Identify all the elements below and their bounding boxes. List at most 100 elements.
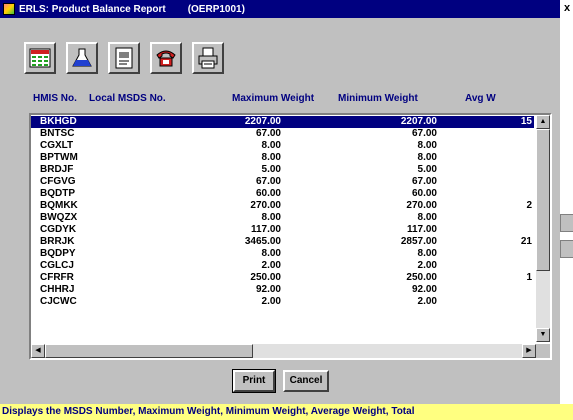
minimum-weight-cell: 60.00 — [411, 188, 437, 199]
column-maximum-weight[interactable]: Maximum Weight — [232, 93, 314, 104]
maximum-weight-cell: 67.00 — [255, 176, 281, 187]
app-icon — [3, 3, 15, 15]
hmis-number-cell: CJCWC — [40, 296, 77, 307]
minimum-weight-cell: 2857.00 — [400, 236, 437, 247]
spreadsheet-button[interactable] — [24, 42, 56, 74]
toolbar — [24, 42, 224, 82]
hmis-number-cell: CGDYK — [40, 224, 77, 235]
list-item[interactable]: BNTSC 67.00 67.00 — [31, 128, 534, 140]
minimum-weight-cell: 250.00 — [406, 272, 437, 283]
hmis-number-cell: BWQZX — [40, 212, 78, 223]
cancel-button[interactable]: Cancel — [283, 370, 329, 392]
hmis-number-cell: BRDJF — [40, 164, 74, 175]
maximum-weight-cell: 92.00 — [255, 284, 281, 295]
hmis-number-cell: CHHRJ — [40, 284, 75, 295]
list-item[interactable]: CHHRJ 92.00 92.00 — [31, 284, 534, 296]
side-stub-lower — [560, 240, 573, 258]
maximum-weight-cell: 3465.00 — [244, 236, 281, 247]
hmis-number-cell: BRRJK — [40, 236, 75, 247]
maximum-weight-cell: 2207.00 — [244, 116, 281, 127]
hmis-number-cell: BPTWM — [40, 152, 78, 163]
minimum-weight-cell: 92.00 — [411, 284, 437, 295]
maximum-weight-cell: 270.00 — [250, 200, 281, 211]
list-item[interactable]: BKHGD 2207.00 2207.00 15 — [31, 116, 534, 128]
minimum-weight-cell: 67.00 — [411, 128, 437, 139]
hmis-number-cell: CFRFR — [40, 272, 74, 283]
minimum-weight-cell: 5.00 — [417, 164, 437, 175]
list-item[interactable]: CGDYK 117.00 117.00 — [31, 224, 534, 236]
flask-icon — [72, 48, 92, 67]
avg-weight-cell: 2 — [526, 200, 532, 211]
spreadsheet-icon — [29, 48, 51, 68]
close-icon[interactable]: x — [562, 2, 572, 14]
list-item[interactable]: CJCWC 2.00 2.00 — [31, 296, 534, 308]
maximum-weight-cell: 117.00 — [250, 224, 281, 235]
vertical-scrollbar[interactable]: ▲ ▼ — [536, 115, 550, 342]
column-avg-weight[interactable]: Avg W — [465, 93, 496, 104]
list-item[interactable]: BQDTP 60.00 60.00 — [31, 188, 534, 200]
column-hmis-no[interactable]: HMIS No. — [33, 93, 77, 104]
scrollbar-corner — [536, 344, 550, 358]
minimum-weight-cell: 117.00 — [406, 224, 437, 235]
printer-button[interactable] — [192, 42, 224, 74]
column-headers: HMIS No. Local MSDS No. Maximum Weight M… — [0, 93, 560, 107]
document-icon — [115, 47, 133, 69]
maximum-weight-cell: 60.00 — [255, 188, 281, 199]
hmis-number-cell: BQDPY — [40, 248, 76, 259]
print-button[interactable]: Print — [232, 369, 276, 393]
status-bar: Displays the MSDS Number, Maximum Weight… — [0, 404, 573, 420]
minimum-weight-cell: 8.00 — [417, 212, 437, 223]
horizontal-scroll-thumb[interactable] — [45, 344, 253, 358]
window-code: (OERP1001) — [187, 3, 245, 15]
telephone-icon — [156, 50, 176, 67]
flask-button[interactable] — [66, 42, 98, 74]
window-title: ERLS: Product Balance Report — [19, 3, 166, 15]
hmis-number-cell: CGXLT — [40, 140, 74, 151]
list-item[interactable]: CFGVG 67.00 67.00 — [31, 176, 534, 188]
document-button[interactable] — [108, 42, 140, 74]
minimum-weight-cell: 270.00 — [406, 200, 437, 211]
telephone-button[interactable] — [150, 42, 182, 74]
hmis-number-cell: BQDTP — [40, 188, 75, 199]
list-item[interactable]: BQMKK 270.00 270.00 2 — [31, 200, 534, 212]
scroll-up-button[interactable]: ▲ — [536, 115, 550, 129]
maximum-weight-cell: 2.00 — [261, 260, 281, 271]
maximum-weight-cell: 67.00 — [255, 128, 281, 139]
minimum-weight-cell: 67.00 — [411, 176, 437, 187]
hmis-number-cell: BNTSC — [40, 128, 75, 139]
scroll-left-button[interactable]: ◀ — [31, 344, 45, 358]
maximum-weight-cell: 250.00 — [250, 272, 281, 283]
list-item[interactable]: BWQZX 8.00 8.00 — [31, 212, 534, 224]
scroll-right-button[interactable]: ▶ — [522, 344, 536, 358]
avg-weight-cell: 1 — [526, 272, 532, 283]
avg-weight-cell: 15 — [520, 116, 532, 127]
hmis-number-cell: CFGVG — [40, 176, 76, 187]
printer-icon — [198, 47, 218, 69]
column-local-msds-no[interactable]: Local MSDS No. — [89, 93, 166, 104]
list-item[interactable]: BRDJF 5.00 5.00 — [31, 164, 534, 176]
column-minimum-weight[interactable]: Minimum Weight — [338, 93, 418, 104]
avg-weight-cell: 21 — [520, 236, 532, 247]
title-bar[interactable]: ERLS: Product Balance Report (OERP1001) — [0, 0, 560, 18]
maximum-weight-cell: 8.00 — [261, 152, 281, 163]
list-item[interactable]: CFRFR 250.00 250.00 1 — [31, 272, 534, 284]
side-stub-upper — [560, 214, 573, 232]
maximum-weight-cell: 5.00 — [261, 164, 281, 175]
product-list[interactable]: BKHGD 2207.00 2207.00 15 BNTSC 67.00 67.00 CGXL… — [29, 113, 552, 360]
minimum-weight-cell: 8.00 — [417, 140, 437, 151]
scroll-down-button[interactable]: ▼ — [536, 328, 550, 342]
maximum-weight-cell: 8.00 — [261, 248, 281, 259]
maximum-weight-cell: 8.00 — [261, 212, 281, 223]
list-item[interactable]: BQDPY 8.00 8.00 — [31, 248, 534, 260]
minimum-weight-cell: 8.00 — [417, 248, 437, 259]
minimum-weight-cell: 2207.00 — [400, 116, 437, 127]
list-item[interactable]: CGXLT 8.00 8.00 — [31, 140, 534, 152]
maximum-weight-cell: 8.00 — [261, 140, 281, 151]
horizontal-scrollbar[interactable]: ◀ ▶ — [31, 344, 536, 358]
list-rows: BKHGD 2207.00 2207.00 15 BNTSC 67.00 67.00 CGXL… — [31, 116, 534, 308]
hmis-number-cell: BKHGD — [40, 116, 77, 127]
vertical-scroll-thumb[interactable] — [536, 129, 550, 271]
list-item[interactable]: CGLCJ 2.00 2.00 — [31, 260, 534, 272]
list-item[interactable]: BPTWM 8.00 8.00 — [31, 152, 534, 164]
list-item[interactable]: BRRJK 3465.00 2857.00 21 — [31, 236, 534, 248]
